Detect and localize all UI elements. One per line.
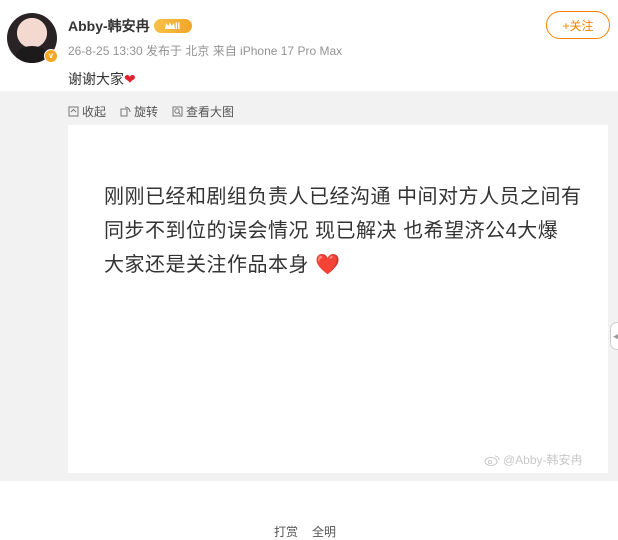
magnify-icon xyxy=(172,106,183,117)
collapse-button[interactable]: 收起 xyxy=(68,103,106,120)
weibo-post: v Abby-韩安冉 II 26-8-25 13:30 发布于 北京 来自 iP… xyxy=(0,0,618,539)
collapse-icon xyxy=(68,106,79,117)
watermark-text: @Abby-韩安冉 xyxy=(503,453,583,467)
name-row: Abby-韩安冉 II xyxy=(68,16,192,36)
verified-badge: v xyxy=(44,49,58,63)
rotate-label: 旋转 xyxy=(134,105,159,119)
post-image[interactable] xyxy=(68,125,608,473)
follow-button[interactable]: +关注 xyxy=(546,11,610,39)
collapse-label: 收起 xyxy=(82,105,107,119)
next-image-arrow-icon[interactable]: ◀ xyxy=(610,322,618,350)
view-large-label: 查看大图 xyxy=(186,105,235,119)
vip-level: II xyxy=(175,21,181,31)
vip-crown-icon: II xyxy=(153,19,192,33)
rotate-icon xyxy=(120,106,131,117)
media-toolbar: 收起 旋转 查看大图 xyxy=(68,103,234,120)
weibo-logo-icon xyxy=(484,455,500,466)
image-text: 刚刚已经和剧组负责人已经沟通 中间对方人员之间有同步不到位的误会情况 现已解决 … xyxy=(104,180,584,282)
heart-emoji-icon: ❤ xyxy=(124,71,136,87)
post-text-content: 谢谢大家 xyxy=(68,71,124,87)
view-large-button[interactable]: 查看大图 xyxy=(172,103,234,120)
watermark: @Abby-韩安冉 xyxy=(484,451,583,468)
bottom-bar: 打赏 全明 xyxy=(0,481,618,539)
user-name[interactable]: Abby-韩安冉 xyxy=(68,16,150,36)
post-text: 谢谢大家❤ xyxy=(68,69,136,89)
full-link[interactable]: 全明 xyxy=(312,523,336,540)
reward-link[interactable]: 打赏 xyxy=(274,523,298,540)
red-heart-icon: ❤️ xyxy=(315,254,341,276)
rotate-button[interactable]: 旋转 xyxy=(120,103,158,120)
post-meta: 26-8-25 13:30 发布于 北京 来自 iPhone 17 Pro Ma… xyxy=(68,44,343,58)
image-text-content: 刚刚已经和剧组负责人已经沟通 中间对方人员之间有同步不到位的误会情况 现已解决 … xyxy=(104,186,582,276)
